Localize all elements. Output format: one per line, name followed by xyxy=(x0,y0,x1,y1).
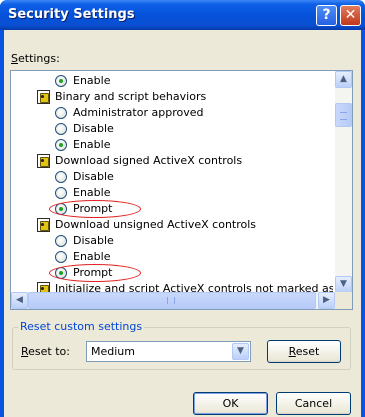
option-label: Enable xyxy=(73,186,111,199)
category-label: Download signed ActiveX controls xyxy=(55,154,243,167)
scroll-left-button[interactable]: ◀ xyxy=(11,292,28,309)
horizontal-scrollbar[interactable]: ◀ ▶ xyxy=(11,292,352,309)
highlight-ellipse xyxy=(49,264,141,282)
settings-label: Settings: xyxy=(11,52,60,65)
option-label: Enable xyxy=(73,250,111,263)
settings-option[interactable]: Disable xyxy=(11,121,331,137)
option-label: Enable xyxy=(73,74,111,87)
option-label: Disable xyxy=(73,234,114,247)
settings-option[interactable]: Prompt xyxy=(11,264,331,282)
radio-unchecked-icon[interactable] xyxy=(55,251,67,263)
radio-unchecked-icon[interactable] xyxy=(55,123,67,135)
scroll-right-button[interactable]: ▶ xyxy=(318,292,335,309)
ok-button[interactable]: OK xyxy=(193,392,268,415)
reset-level-select[interactable]: Medium ▼ xyxy=(86,341,251,362)
chevron-down-icon[interactable]: ▼ xyxy=(232,343,249,360)
settings-option[interactable]: Enable xyxy=(11,249,331,265)
close-button[interactable]: ✕ xyxy=(340,5,361,26)
radio-checked-icon[interactable] xyxy=(55,75,67,87)
highlight-ellipse xyxy=(49,200,141,218)
settings-option[interactable]: Prompt xyxy=(11,200,331,218)
settings-option[interactable]: Disable xyxy=(11,169,331,185)
title-bar[interactable]: Security Settings ? ✕ xyxy=(0,0,365,30)
radio-unchecked-icon[interactable] xyxy=(55,171,67,183)
scroll-down-button[interactable]: ▼ xyxy=(335,276,352,293)
reset-to-label: Reset to: xyxy=(21,345,70,358)
scroll-up-button[interactable]: ▲ xyxy=(335,71,352,88)
settings-option[interactable]: Enable xyxy=(11,73,331,89)
vertical-scrollbar[interactable]: ▲ ▼ xyxy=(335,71,352,293)
window-title: Security Settings xyxy=(8,7,135,22)
security-category-icon xyxy=(37,218,50,232)
radio-unchecked-icon[interactable] xyxy=(55,235,67,247)
settings-category[interactable]: Download signed ActiveX controls xyxy=(11,153,331,169)
radio-checked-icon[interactable] xyxy=(55,139,67,151)
settings-option[interactable]: Enable xyxy=(11,137,331,153)
settings-category[interactable]: Download unsigned ActiveX controls xyxy=(11,217,331,233)
dialog-body: Settings: Enable Binary and script behavi… xyxy=(4,30,361,417)
scrollbar-corner xyxy=(335,292,352,309)
option-label: Administrator approved xyxy=(73,106,204,119)
option-label: Disable xyxy=(73,122,114,135)
settings-option[interactable]: Disable xyxy=(11,233,331,249)
security-category-icon xyxy=(37,90,50,104)
option-label: Enable xyxy=(73,138,111,151)
vertical-scroll-thumb[interactable] xyxy=(335,103,352,127)
category-label: Download unsigned ActiveX controls xyxy=(55,218,257,231)
horizontal-scroll-thumb[interactable] xyxy=(28,292,316,309)
security-category-icon xyxy=(37,154,50,168)
option-label: Disable xyxy=(73,170,114,183)
category-label: Binary and script behaviors xyxy=(55,90,207,103)
cancel-button[interactable]: Cancel xyxy=(276,392,351,415)
settings-tree: Enable Binary and script behaviors Adminis… xyxy=(11,71,333,293)
settings-option[interactable]: Enable xyxy=(11,185,331,201)
group-title: Reset custom settings xyxy=(18,320,145,333)
reset-level-value: Medium xyxy=(91,345,135,358)
settings-category[interactable]: Binary and script behaviors xyxy=(11,89,331,105)
security-settings-window: Security Settings ? ✕ Settings: Enable Bi… xyxy=(0,0,365,417)
reset-custom-settings-group: Reset custom settings Reset to: Medium ▼… xyxy=(12,320,351,370)
radio-unchecked-icon[interactable] xyxy=(55,187,67,199)
radio-unchecked-icon[interactable] xyxy=(55,107,67,119)
settings-list[interactable]: Enable Binary and script behaviors Adminis… xyxy=(10,70,353,310)
settings-option[interactable]: Administrator approved xyxy=(11,105,331,121)
reset-button[interactable]: Reset xyxy=(267,340,341,363)
help-button[interactable]: ? xyxy=(316,5,337,26)
